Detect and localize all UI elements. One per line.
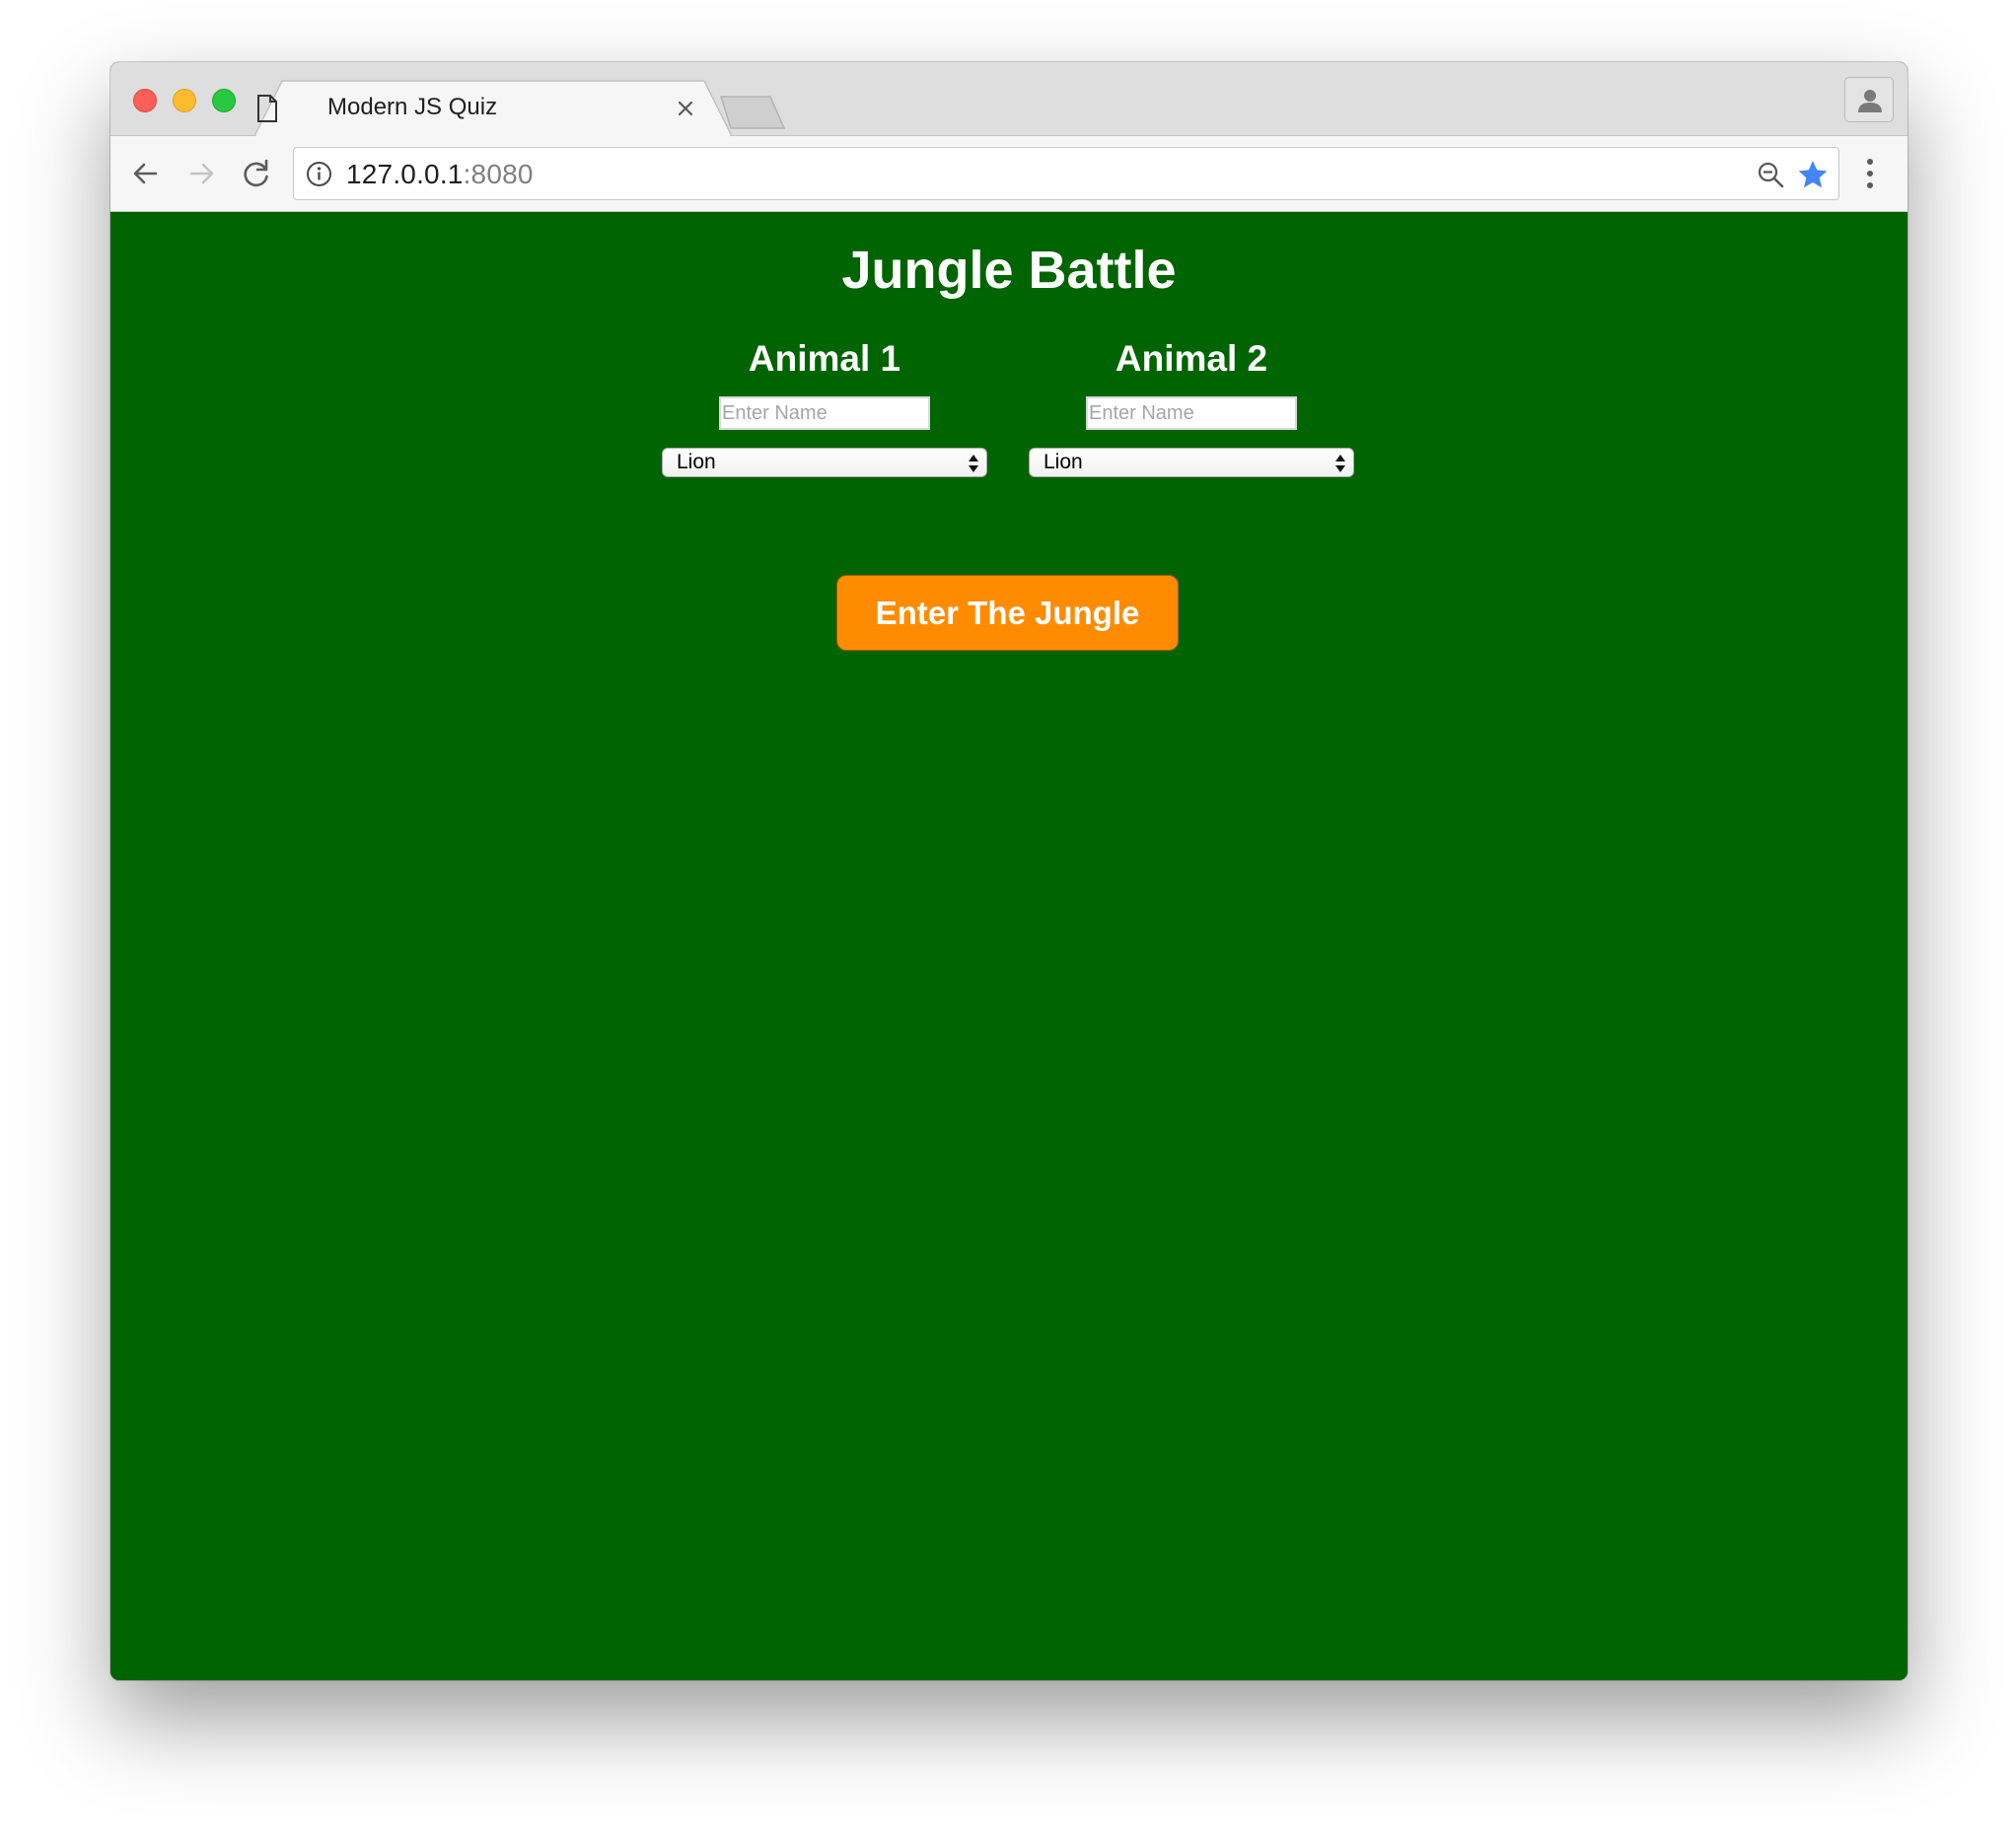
- person-icon: [1858, 90, 1882, 112]
- enter-the-jungle-button[interactable]: Enter The Jungle: [836, 575, 1179, 651]
- select-arrows-icon: [969, 455, 978, 472]
- url-text: 127.0.0.1:8080: [346, 159, 534, 190]
- animal-2-panel: Animal 2 Lion: [1029, 337, 1354, 495]
- new-tab-button[interactable]: [719, 95, 786, 130]
- animal-1-selected-value: Lion: [677, 451, 716, 473]
- forward-arrow-icon[interactable]: [181, 154, 221, 193]
- page-content: Jungle Battle Animal 1 Lion Animal 2 Lio…: [110, 212, 1908, 1680]
- tab-strip: Modern JS Quiz: [110, 62, 1908, 137]
- address-bar[interactable]: 127.0.0.1:8080: [293, 147, 1839, 200]
- window-close-button[interactable]: [133, 89, 157, 112]
- animal-1-label: Animal 1: [748, 338, 901, 379]
- info-icon[interactable]: [306, 161, 332, 187]
- document-icon: [257, 95, 277, 122]
- animal-1-name-input[interactable]: [719, 396, 930, 430]
- star-icon[interactable]: [1797, 159, 1829, 190]
- animal-1-select[interactable]: Lion: [662, 448, 987, 477]
- window-zoom-button[interactable]: [212, 89, 236, 112]
- animal-2-selected-value: Lion: [1044, 451, 1083, 473]
- profile-button[interactable]: [1844, 77, 1894, 122]
- window-minimize-button[interactable]: [173, 89, 196, 112]
- kebab-menu-icon[interactable]: [1864, 157, 1876, 190]
- browser-toolbar: 127.0.0.1:8080: [110, 136, 1908, 212]
- zoom-out-icon[interactable]: [1757, 161, 1784, 188]
- browser-window: Modern JS Quiz 127.0.0.1:8080 Jungle Bat…: [110, 62, 1908, 1680]
- url-port: :8080: [463, 159, 534, 189]
- animal-2-label: Animal 2: [1115, 338, 1268, 379]
- animal-2-select[interactable]: Lion: [1029, 448, 1354, 477]
- animal-2-name-input[interactable]: [1086, 396, 1297, 430]
- tab-title: Modern JS Quiz: [327, 94, 498, 120]
- select-arrows-icon: [1335, 455, 1345, 472]
- back-arrow-icon[interactable]: [126, 154, 166, 193]
- animal-1-panel: Animal 1 Lion: [662, 337, 987, 495]
- reload-icon[interactable]: [237, 154, 276, 193]
- url-host: 127.0.0.1: [346, 159, 464, 189]
- page-title: Jungle Battle: [841, 241, 1177, 300]
- screenshot-stage: Modern JS Quiz 127.0.0.1:8080 Jungle Bat…: [0, 0, 2016, 1838]
- close-icon[interactable]: [673, 96, 698, 121]
